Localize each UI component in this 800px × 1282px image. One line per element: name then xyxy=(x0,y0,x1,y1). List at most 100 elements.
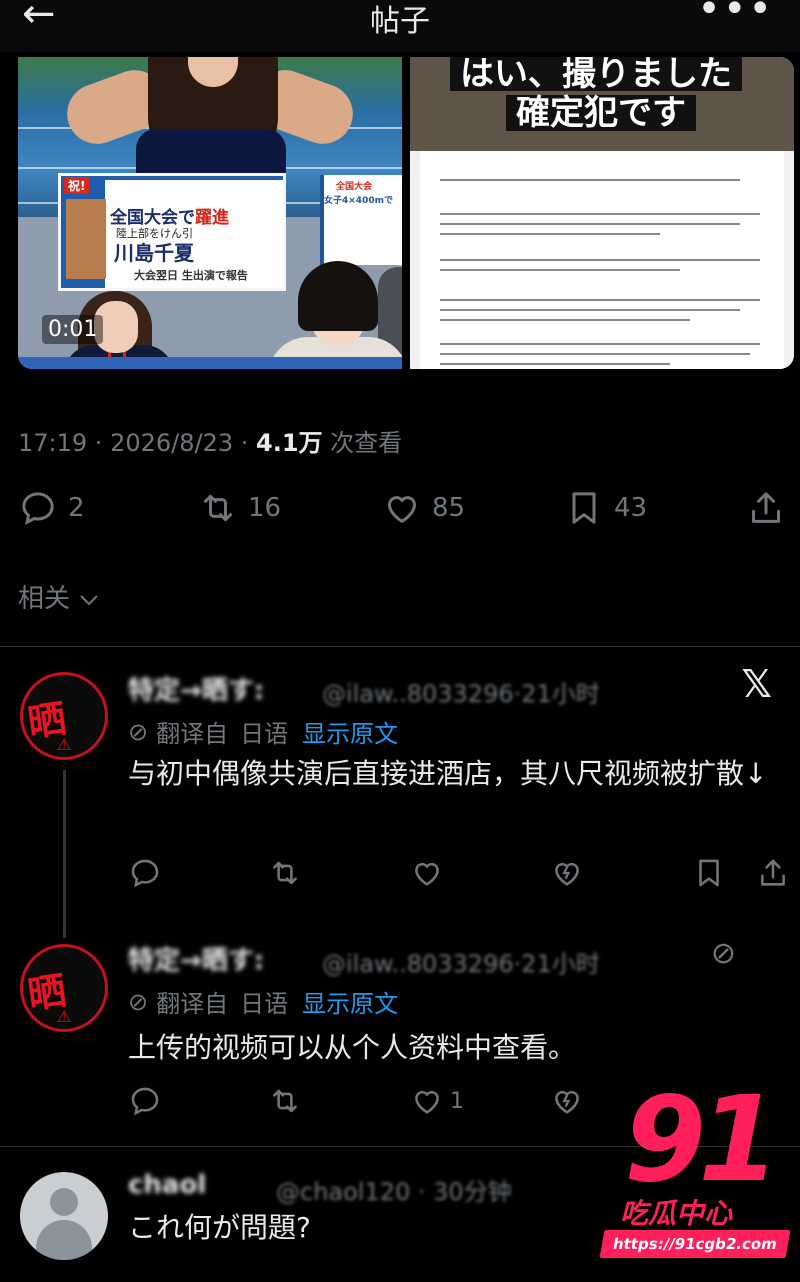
retweet-icon xyxy=(273,861,297,885)
show-original-link[interactable]: 显示原文 xyxy=(302,714,398,749)
page-title: 帖子 xyxy=(370,4,430,39)
retweet-button[interactable] xyxy=(268,1084,302,1118)
reply-author-name[interactable]: chaol xyxy=(128,1170,206,1200)
bookmark-icon xyxy=(699,859,719,887)
person-hair xyxy=(298,261,378,331)
site-watermark: 91 吃瓜中心 https://91cgb2.com xyxy=(599,1070,800,1266)
side-board-title: 全国大会 xyxy=(336,182,373,192)
reply-button[interactable] xyxy=(128,856,162,890)
translate-language: 日语 xyxy=(240,990,289,1018)
warning-icon: ⚠ xyxy=(57,1007,72,1026)
doc-text-line xyxy=(440,259,760,261)
watermark-number: 91 xyxy=(624,1070,780,1208)
document-headline: 確定犯です xyxy=(506,95,696,131)
post-views: 4.1万 xyxy=(256,429,323,457)
reply-icon xyxy=(131,1087,159,1116)
doc-text-line xyxy=(440,269,680,271)
share-icon xyxy=(761,859,785,886)
document-headline: はい、撮りました xyxy=(450,57,742,91)
doc-text-line xyxy=(440,309,740,311)
thread-line xyxy=(63,770,66,938)
doc-text-line xyxy=(440,179,740,181)
broken-heart-icon xyxy=(555,862,579,886)
reply-text: 上传的视频可以从个人资料中查看。 xyxy=(128,1031,577,1064)
document-image[interactable]: はい、撮りました 確定犯です xyxy=(410,57,794,369)
related-toggle[interactable]: 相关 xyxy=(18,578,100,615)
translate-icon: ⊘ xyxy=(128,987,149,1016)
doc-text-line xyxy=(440,299,760,301)
reply-author-name[interactable]: 特定→晒す: xyxy=(128,940,264,977)
chevron-down-icon xyxy=(80,595,98,606)
post-action-bar: 2 16 85 43 xyxy=(0,488,800,538)
video-thumbnail[interactable]: 祝! 全国大会で躍進 陸上部をけん引 川島千夏 大会翌日 生出演で報告 全国大会… xyxy=(18,57,402,369)
reply-author-name[interactable]: 特定→晒す: xyxy=(128,670,264,707)
reply-button[interactable]: 2 xyxy=(18,488,85,528)
translate-label: 翻译自 xyxy=(156,720,229,748)
bookmark-icon xyxy=(572,492,596,524)
like-icon xyxy=(387,496,417,524)
show-original-link[interactable]: 显示原文 xyxy=(302,984,398,1019)
video-timecode: 0:01 xyxy=(42,315,104,344)
broadcast-line4: 大会翌日 生出演で報告 xyxy=(134,269,248,282)
desk xyxy=(18,357,402,369)
side-board-sub: 女子4×400mで xyxy=(324,196,393,206)
post-date: 2026/8/23 xyxy=(110,429,234,457)
translation-note: ⊘ 翻译自 日语 显示原文 xyxy=(128,714,398,749)
document-body xyxy=(420,151,784,369)
panel-photo xyxy=(66,199,106,279)
reply-author-handle: @ilaw..8033296·21小时 xyxy=(322,680,600,708)
bookmark-button[interactable] xyxy=(692,856,726,890)
like-button[interactable]: 85 xyxy=(382,488,465,528)
translate-icon: ⊘ xyxy=(128,717,149,746)
bookmark-count: 43 xyxy=(614,493,648,523)
retweet-icon xyxy=(204,494,232,522)
reply-author-handle: @chaol120 · 30分钟 xyxy=(276,1178,512,1206)
post-time: 17:19 xyxy=(18,429,88,457)
reply-count: 2 xyxy=(68,493,85,523)
reply-author-handle: @ilaw..8033296·21小时 xyxy=(322,950,600,978)
bookmark-button[interactable]: 43 xyxy=(564,488,647,528)
doc-text-line xyxy=(440,363,670,365)
translation-note: ⊘ 翻译自 日语 显示原文 xyxy=(128,984,398,1019)
doc-text-line xyxy=(440,353,750,355)
unlike-button[interactable] xyxy=(550,856,584,890)
reply-text: 与初中偶像共演后直接进酒店，其八尺视频被扩散↓ xyxy=(128,757,768,790)
unlike-button[interactable] xyxy=(550,1084,584,1118)
like-icon xyxy=(415,1090,439,1114)
like-count: 1 xyxy=(450,1088,464,1114)
retweet-button[interactable] xyxy=(268,856,302,890)
avatar[interactable]: 晒す! ⚠ xyxy=(20,672,108,760)
like-icon xyxy=(415,862,439,886)
more-dots-icon[interactable]: ••• xyxy=(697,0,774,32)
post-media-grid: 祝! 全国大会で躍進 陸上部をけん引 川島千夏 大会翌日 生出演で報告 全国大会… xyxy=(18,57,794,369)
retweet-icon xyxy=(273,1089,297,1113)
retweet-count: 16 xyxy=(248,493,282,523)
retweet-button[interactable]: 16 xyxy=(198,488,281,528)
share-button[interactable] xyxy=(756,856,790,890)
like-button[interactable]: 1 xyxy=(410,1084,464,1118)
share-icon xyxy=(752,492,780,523)
reply-icon xyxy=(22,492,54,525)
doc-text-line xyxy=(440,343,760,345)
views-label: 次查看 xyxy=(330,429,403,457)
divider xyxy=(0,646,800,647)
share-button[interactable] xyxy=(746,488,786,528)
reply-action-bar xyxy=(128,856,788,896)
x-logo-icon: 𝕏 xyxy=(741,662,772,706)
warning-icon: ⚠ xyxy=(57,735,72,754)
broadcast-name: 川島千夏 xyxy=(114,241,194,265)
translate-language: 日语 xyxy=(240,720,289,748)
reply-icon xyxy=(131,859,159,888)
avatar-head xyxy=(50,1188,78,1216)
watermark-subtitle: 吃瓜中心 xyxy=(620,1197,733,1230)
reply-button[interactable] xyxy=(128,1084,162,1118)
no-entry-icon[interactable]: ⊘ xyxy=(711,936,736,971)
like-count: 85 xyxy=(432,493,466,523)
avatar[interactable]: 晒す! ⚠ xyxy=(20,944,108,1032)
post-meta: 17:19 · 2026/8/23 · 4.1万 次查看 xyxy=(18,429,403,457)
doc-text-line xyxy=(440,223,740,225)
doc-text-line xyxy=(440,233,660,235)
avatar[interactable] xyxy=(20,1172,108,1260)
avatar-shoulders xyxy=(36,1220,92,1260)
like-button[interactable] xyxy=(410,856,450,890)
